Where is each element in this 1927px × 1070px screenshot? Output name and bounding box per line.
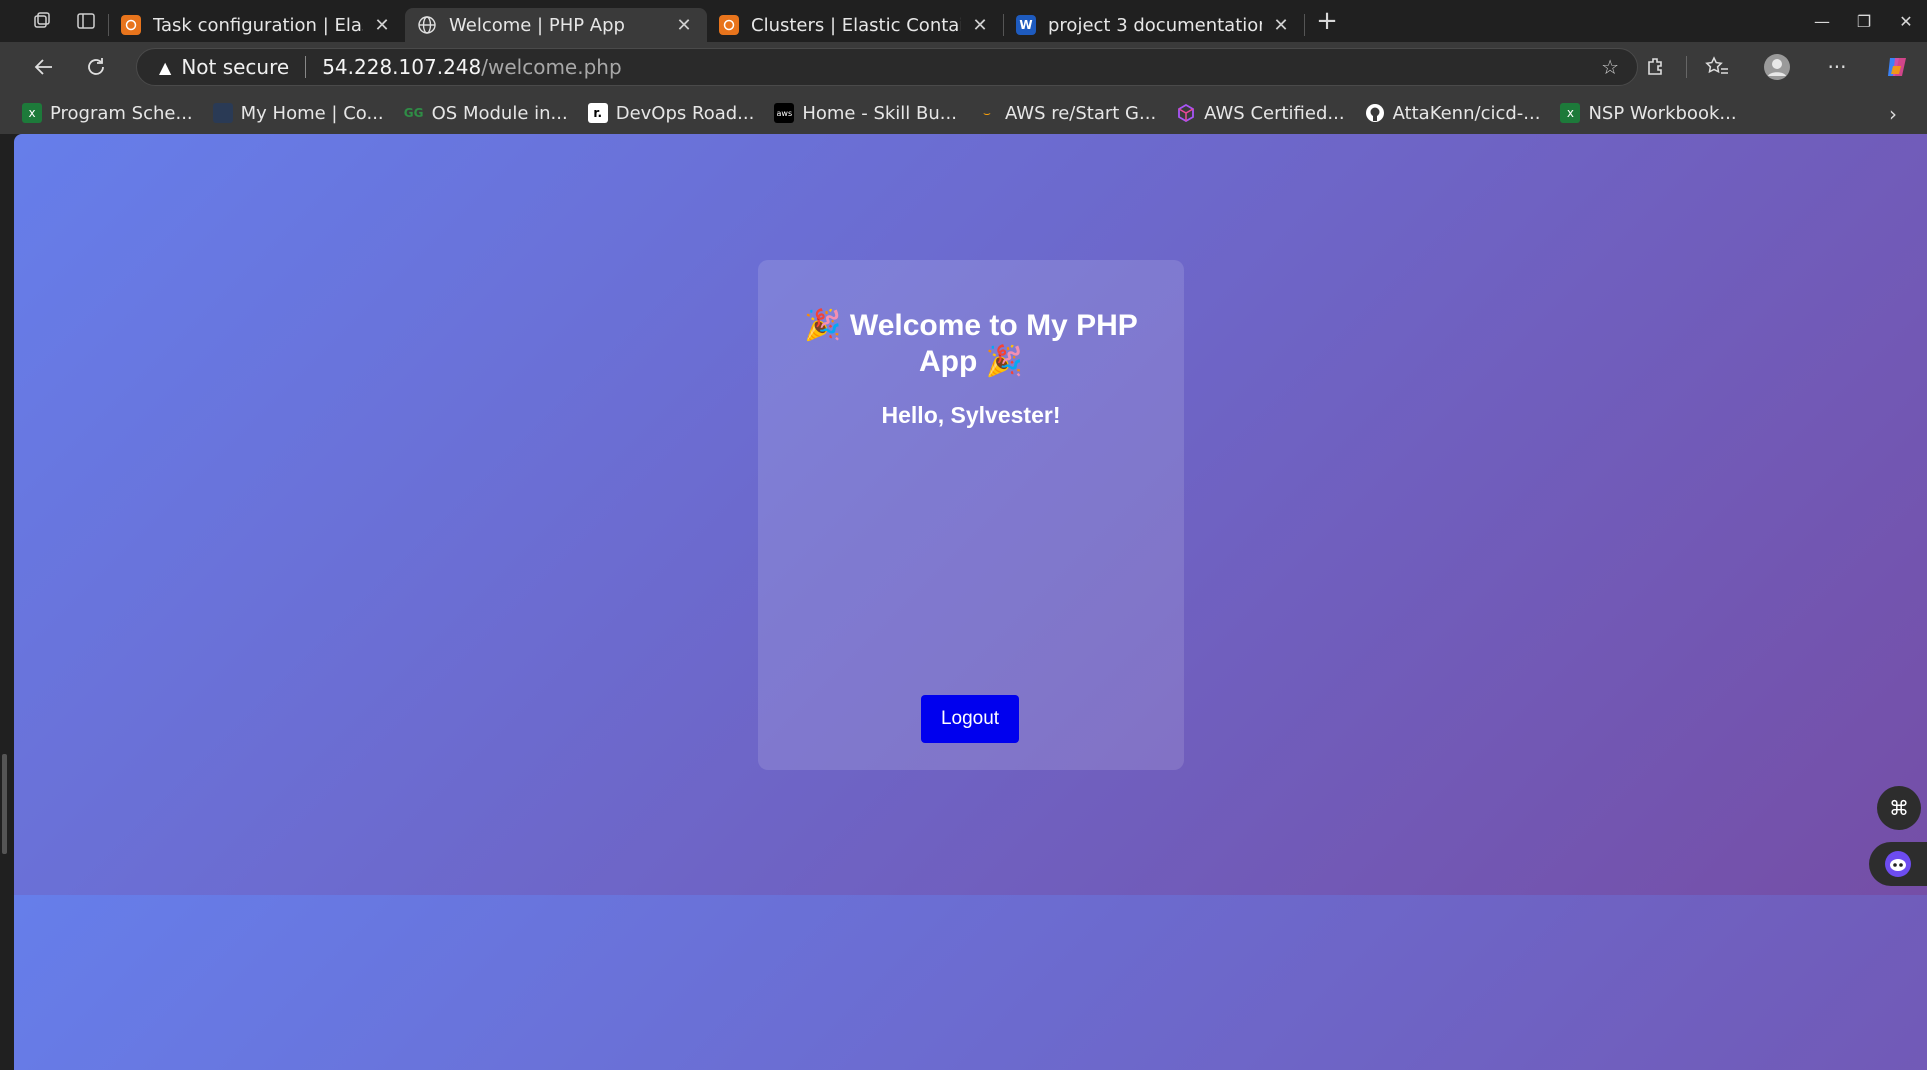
- tab-strip: Task configuration | Elastic ✕ Welcome |…: [0, 0, 1927, 42]
- close-icon[interactable]: ✕: [673, 15, 695, 36]
- bookmark-label: Home - Skill Bu...: [802, 102, 957, 124]
- bookmark-aws-restart[interactable]: ⌣ AWS re/Start G...: [977, 103, 1156, 124]
- tab-title: Task configuration | Elastic: [153, 14, 363, 36]
- assistant-bot-icon[interactable]: [1869, 842, 1927, 886]
- command-icon[interactable]: ⌘: [1877, 786, 1921, 830]
- bookmark-attakenn-cicd[interactable]: AttaKenn/cicd-...: [1365, 102, 1541, 124]
- bookmark-aws-certified[interactable]: AWS Certified...: [1176, 102, 1345, 124]
- greeting-text: Hello, Sylvester!: [881, 402, 1061, 428]
- browser-window: Task configuration | Elastic ✕ Welcome |…: [0, 0, 1927, 1070]
- minimize-icon[interactable]: —: [1801, 0, 1843, 42]
- window-controls: — ❐ ✕: [1801, 0, 1927, 42]
- word-icon: W: [1016, 15, 1036, 35]
- tab-title: project 3 documentation.d: [1048, 14, 1262, 36]
- aws-ecs-icon: [719, 15, 739, 35]
- warning-icon[interactable]: ▲: [159, 58, 171, 77]
- tab-welcome-php-app[interactable]: Welcome | PHP App ✕: [405, 8, 707, 42]
- profile-avatar-icon[interactable]: [1747, 42, 1807, 92]
- tab-project-documentation[interactable]: W project 3 documentation.d ✕: [1004, 8, 1304, 42]
- excel-icon: x: [1560, 103, 1581, 123]
- extensions-icon[interactable]: [1626, 42, 1686, 92]
- tab-title: Clusters | Elastic Container: [751, 14, 961, 36]
- toolbar-icons: ···: [1626, 42, 1927, 92]
- excel-icon: x: [22, 103, 42, 123]
- bookmark-label: Program Sche...: [50, 102, 193, 124]
- back-arrow-icon[interactable]: [20, 47, 68, 87]
- page-title: 🎉 Welcome to My PHP App 🎉: [804, 309, 1138, 378]
- bookmark-my-home[interactable]: My Home | Co...: [212, 102, 384, 124]
- restore-icon[interactable]: ❐: [1843, 0, 1885, 42]
- close-icon[interactable]: ✕: [969, 15, 991, 36]
- more-options-icon[interactable]: ···: [1807, 42, 1867, 92]
- bookmark-label: AWS re/Start G...: [1004, 102, 1157, 124]
- copilot-icon[interactable]: [1867, 42, 1927, 92]
- tab-actions-icon[interactable]: [64, 0, 108, 42]
- url-path: /welcome.php: [481, 55, 622, 79]
- bookmark-label: DevOps Road...: [615, 102, 755, 124]
- tab-task-configuration[interactable]: Task configuration | Elastic ✕: [109, 8, 405, 42]
- bookmark-label: AttaKenn/cicd-...: [1392, 102, 1541, 124]
- bookmark-skill-builder[interactable]: aws Home - Skill Bu...: [774, 103, 957, 124]
- roadmap-icon: r.: [587, 103, 608, 123]
- bookmark-devops-roadmap[interactable]: r. DevOps Road...: [587, 102, 755, 124]
- workspaces-icon[interactable]: [20, 0, 64, 42]
- scrollbar-thumb[interactable]: [2, 754, 7, 854]
- favorites-icon[interactable]: [1687, 42, 1747, 92]
- page-lower-background: [14, 895, 1927, 1070]
- address-bar[interactable]: ▲ Not secure 54.228.107.248 /welcome.php…: [136, 48, 1638, 86]
- aws-icon: ⌣: [982, 105, 991, 120]
- tab-clusters[interactable]: Clusters | Elastic Container ✕: [707, 8, 1003, 42]
- url-host: 54.228.107.248: [322, 55, 482, 79]
- close-icon[interactable]: ✕: [1270, 15, 1292, 36]
- left-gutter: [0, 134, 14, 1070]
- page-viewport: 🎉 Welcome to My PHP App 🎉 Hello, Sylvest…: [14, 134, 1927, 1070]
- security-label[interactable]: Not secure: [181, 55, 289, 79]
- globe-icon: [417, 15, 437, 35]
- site-icon: [212, 103, 233, 123]
- bookmarks-bar: x Program Sche... My Home | Co... GG OS …: [0, 92, 1927, 134]
- bookmark-program-schedule[interactable]: x Program Sche...: [22, 103, 193, 124]
- new-tab-button[interactable]: +: [1305, 0, 1349, 42]
- bookmark-label: NSP Workbook...: [1588, 102, 1737, 124]
- tab-title: Welcome | PHP App: [449, 14, 625, 36]
- close-icon[interactable]: ✕: [371, 15, 393, 36]
- cube-icon: [1176, 103, 1196, 123]
- github-icon: [1365, 103, 1385, 123]
- logout-button[interactable]: Logout: [921, 695, 1019, 743]
- gfg-icon: GG: [403, 106, 424, 120]
- toolbar: ▲ Not secure 54.228.107.248 /welcome.php…: [0, 42, 1927, 92]
- aws-ecs-icon: [121, 15, 141, 35]
- bookmark-nsp-workbook[interactable]: x NSP Workbook...: [1560, 102, 1737, 124]
- bookmark-label: AWS Certified...: [1204, 102, 1345, 124]
- favorite-star-icon[interactable]: ☆: [1601, 55, 1619, 79]
- address-divider: [305, 56, 307, 78]
- welcome-card: 🎉 Welcome to My PHP App 🎉 Hello, Sylvest…: [758, 260, 1184, 770]
- bookmark-label: My Home | Co...: [240, 102, 384, 124]
- window-close-icon[interactable]: ✕: [1885, 0, 1927, 42]
- chevron-right-icon[interactable]: ›: [1889, 102, 1897, 126]
- aws-icon: aws: [774, 103, 795, 123]
- bookmark-os-module[interactable]: GG OS Module in...: [404, 103, 568, 124]
- reload-icon[interactable]: [72, 47, 120, 87]
- bookmark-label: OS Module in...: [431, 102, 568, 124]
